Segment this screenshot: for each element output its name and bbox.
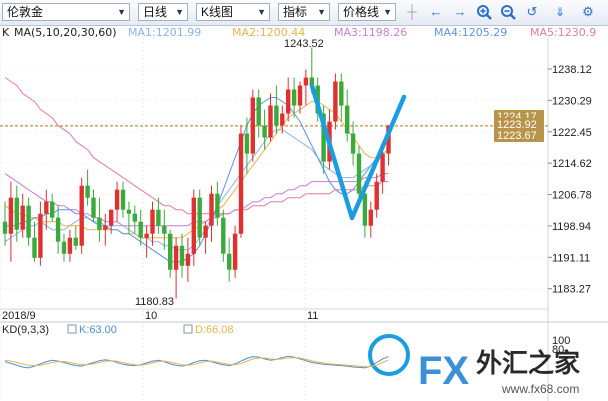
candle-body — [109, 209, 114, 226]
candle-body — [286, 89, 291, 114]
y-tick-label: 1183.27 — [552, 284, 591, 296]
candle-body — [339, 81, 344, 106]
candle-body — [44, 201, 49, 214]
candle-body — [32, 237, 37, 258]
candle-body — [162, 225, 167, 234]
y-tick-label: 1238.12 — [552, 64, 592, 76]
candle-body — [368, 209, 373, 226]
candle-body — [85, 185, 90, 198]
y-tick-label: 1230.29 — [552, 95, 592, 107]
kd-params: KD(9,3,3) — [2, 324, 49, 336]
candle-body — [203, 225, 208, 238]
candle-body — [345, 105, 350, 134]
candle-body — [221, 217, 226, 254]
candle-body — [20, 205, 25, 230]
candle-body — [132, 213, 137, 222]
candle-body — [120, 189, 126, 210]
candle-body — [362, 193, 368, 226]
candle-body — [262, 125, 267, 138]
y-tick-label: 1206.78 — [552, 190, 592, 202]
lower-price-tag: 1223.67 — [497, 130, 537, 142]
brand-url: www.fx68.com — [501, 382, 579, 396]
candle-body — [268, 105, 273, 138]
candle-body — [350, 133, 356, 154]
k-value: K:63.00 — [79, 324, 117, 336]
watermark: FX 外汇之家 www.fx68.com — [414, 340, 608, 401]
d-checkbox — [183, 324, 193, 334]
candle-body — [280, 113, 285, 126]
candle-body — [150, 209, 155, 234]
high-annotation: 1243.52 — [284, 38, 324, 50]
candle-body — [274, 105, 279, 126]
candle-body — [138, 221, 143, 238]
candle-body — [238, 133, 244, 234]
circle-annotation — [368, 334, 410, 376]
candle-body — [26, 205, 31, 238]
candle-body — [61, 241, 67, 254]
candle-body — [79, 185, 84, 246]
k-checkbox — [67, 324, 77, 334]
candle-body — [126, 209, 132, 214]
candle-body — [232, 233, 238, 270]
candle-body — [179, 245, 185, 266]
candle-body — [244, 133, 250, 154]
x-tick-label: 10 — [145, 310, 157, 322]
candle-body — [97, 217, 102, 230]
candle-body — [250, 97, 255, 154]
candle-body — [256, 97, 261, 126]
candle-body — [55, 217, 61, 242]
candle-body — [156, 209, 161, 226]
candle-body — [103, 225, 108, 230]
fx-logo-mark: FX — [418, 349, 469, 393]
candle-body — [50, 201, 55, 218]
candle-body — [215, 193, 220, 218]
ma3-line — [4, 173, 389, 227]
candle-body — [114, 189, 120, 210]
candle-body — [303, 77, 309, 86]
candle-body — [2, 221, 8, 234]
y-tick-label: 1222.45 — [552, 127, 592, 139]
candle-body — [191, 197, 196, 254]
candle-body — [297, 85, 303, 106]
y-tick-label: 1214.62 — [552, 158, 592, 170]
candle-body — [67, 237, 73, 254]
candle-body — [8, 197, 14, 234]
x-tick-label: 11 — [307, 310, 318, 322]
chart-window: 伦敦金 ▼ 日线 ▼ K线图 ▼ 指标 ▼ 价格线 ▼ ┼ ← → ↺ ⇓ ⚙ — [0, 0, 608, 401]
candle-body — [209, 193, 214, 226]
candle-body — [291, 89, 297, 106]
x-tick-label: 2018/9 — [2, 310, 36, 322]
candle-body — [185, 253, 191, 266]
candle-body — [333, 81, 338, 122]
candle-body — [73, 237, 78, 246]
candle-body — [168, 233, 173, 270]
candle-body — [38, 213, 43, 258]
candle-body — [356, 153, 362, 194]
candle-body — [197, 197, 202, 238]
candle-body — [173, 245, 179, 270]
fx68-logo: FX 外汇之家 www.fx68.com — [418, 348, 580, 396]
y-tick-label: 1198.94 — [552, 221, 591, 233]
d-value: D:66.08 — [195, 324, 234, 336]
candle-body — [91, 197, 96, 218]
candle-body — [380, 153, 385, 182]
candle-body — [144, 233, 149, 238]
y-tick-label: 1191.11 — [552, 252, 590, 264]
candle-body — [14, 197, 19, 230]
candle-body — [374, 181, 379, 210]
low-annotation: 1180.83 — [135, 296, 174, 308]
candle-body — [227, 253, 232, 270]
brand-text: 外汇之家 — [476, 348, 580, 379]
